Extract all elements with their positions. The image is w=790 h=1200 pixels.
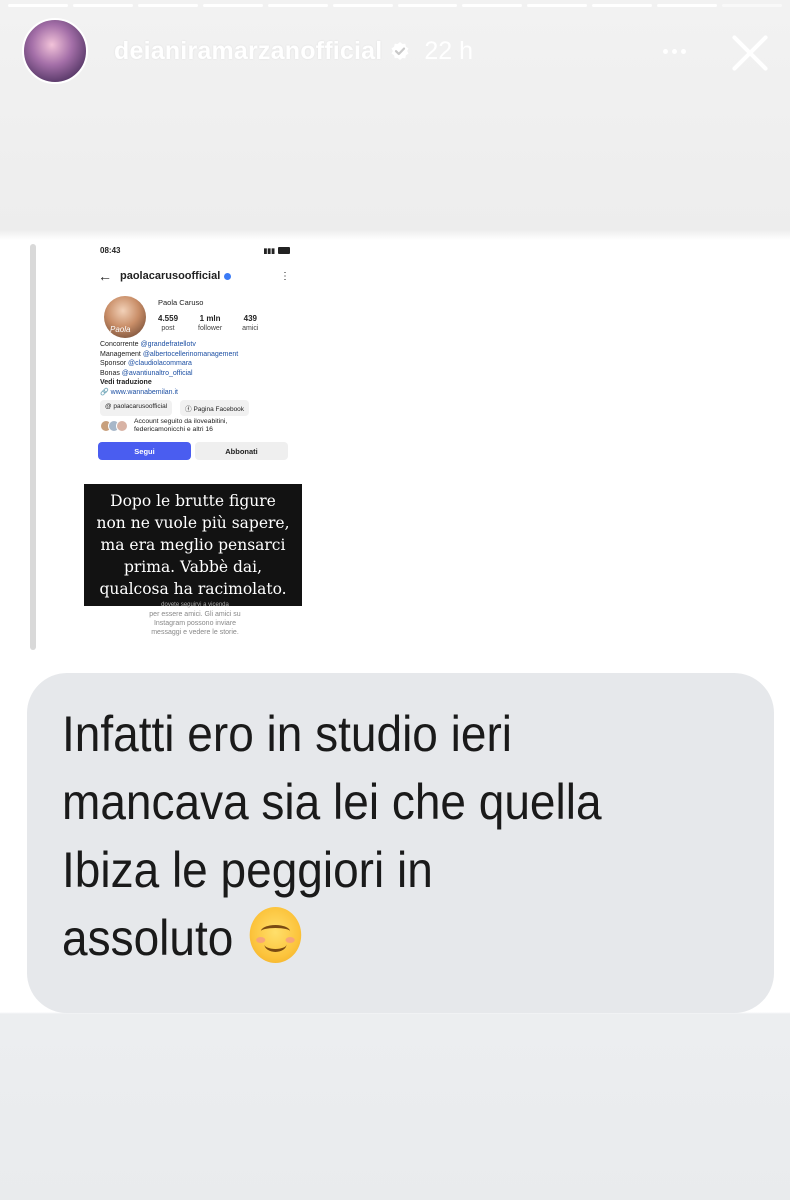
translate-link: Vedi traduzione [100,379,152,386]
progress-segment [72,4,133,7]
progress-segment [592,4,653,7]
stat-followers: 1 mln follower [198,314,223,332]
progress-segment [462,4,523,7]
avatar[interactable] [22,18,88,84]
progress-segment [397,4,458,7]
status-icons: ▮▮▮ [263,246,290,255]
profile-bio: Concorrente @grandefratellotv Management… [100,340,238,397]
profile-handle: paolacarusoofficial [120,270,221,282]
bio-line: Concorrente @grandefratellotv [100,341,196,348]
shared-screenshot: 08:43 ▮▮▮ ← paolacarusoofficial ⋮ Paola … [82,240,308,644]
kebab-menu-icon: ⋮ [280,270,290,282]
follow-button: Segui [98,442,191,460]
time-ago: 22 h [424,36,474,65]
back-arrow-icon: ← [98,268,112,284]
avatar-label: Paola [110,325,131,334]
website-link: 🔗 www.wannabemilan.it [100,388,178,396]
stat-posts: 4.559 post [158,314,179,332]
signal-icon: ▮▮▮ [263,247,275,255]
story-progress [8,4,783,7]
profile-chips: @ paolacarusoofficial ⓕ Pagina Facebook [100,400,250,416]
followed-by: Account seguito da iloveabitini, federic… [100,418,227,434]
smiling-blush-emoji-icon [249,907,302,963]
username[interactable]: deianiramarzanofficial [114,37,382,66]
profile-actions: Segui Abbonati [98,442,288,460]
caption-overlay: Dopo le brutte figure non ne vuole più s… [84,484,302,606]
progress-segment [722,4,783,7]
facebook-chip: ⓕ Pagina Facebook [180,400,250,416]
progress-segment [137,4,198,7]
verified-badge-icon [224,272,232,280]
story-header: deianiramarzanofficial 22 h [22,18,772,84]
status-time: 08:43 [100,246,121,255]
bio-line: Sponsor @claudiolacommara [100,360,192,367]
progress-segment [202,4,263,7]
story-viewer: deianiramarzanofficial 22 h 08:43 ▮▮▮ ← … [0,0,790,1200]
profile-display-name: Paola Caruso [158,298,204,307]
progress-segment [8,4,68,7]
profile-nav: ← paolacarusoofficial ⋮ [98,268,290,284]
stat-friends: 439 amici [242,314,259,332]
profile-avatar: Paola [104,296,146,338]
friends-info-text: dovete seguirvi a vicenda per essere ami… [149,602,241,636]
progress-segment [332,4,393,7]
progress-segment [657,4,718,7]
bio-line: Bonas @avantiunaltro_official [100,369,193,377]
reshare-quote-bar [30,244,36,650]
close-icon[interactable] [728,29,772,73]
phone-status-bar: 08:43 ▮▮▮ [100,246,290,255]
message-text: Infatti ero in studio ieri mancava sia l… [62,706,602,966]
subscribe-button: Abbonati [195,442,288,460]
battery-icon [278,247,290,254]
more-horizontal-icon[interactable] [654,31,694,71]
follower-avatars [100,420,128,432]
progress-segment [527,4,588,7]
profile-stats: 4.559 post 1 mln follower 439 amici [158,314,259,332]
progress-segment [267,4,328,7]
verified-badge-icon [391,42,409,60]
bio-line: Management @albertocellerinomanagement [100,350,239,358]
threads-chip: @ paolacarusoofficial [100,400,173,416]
